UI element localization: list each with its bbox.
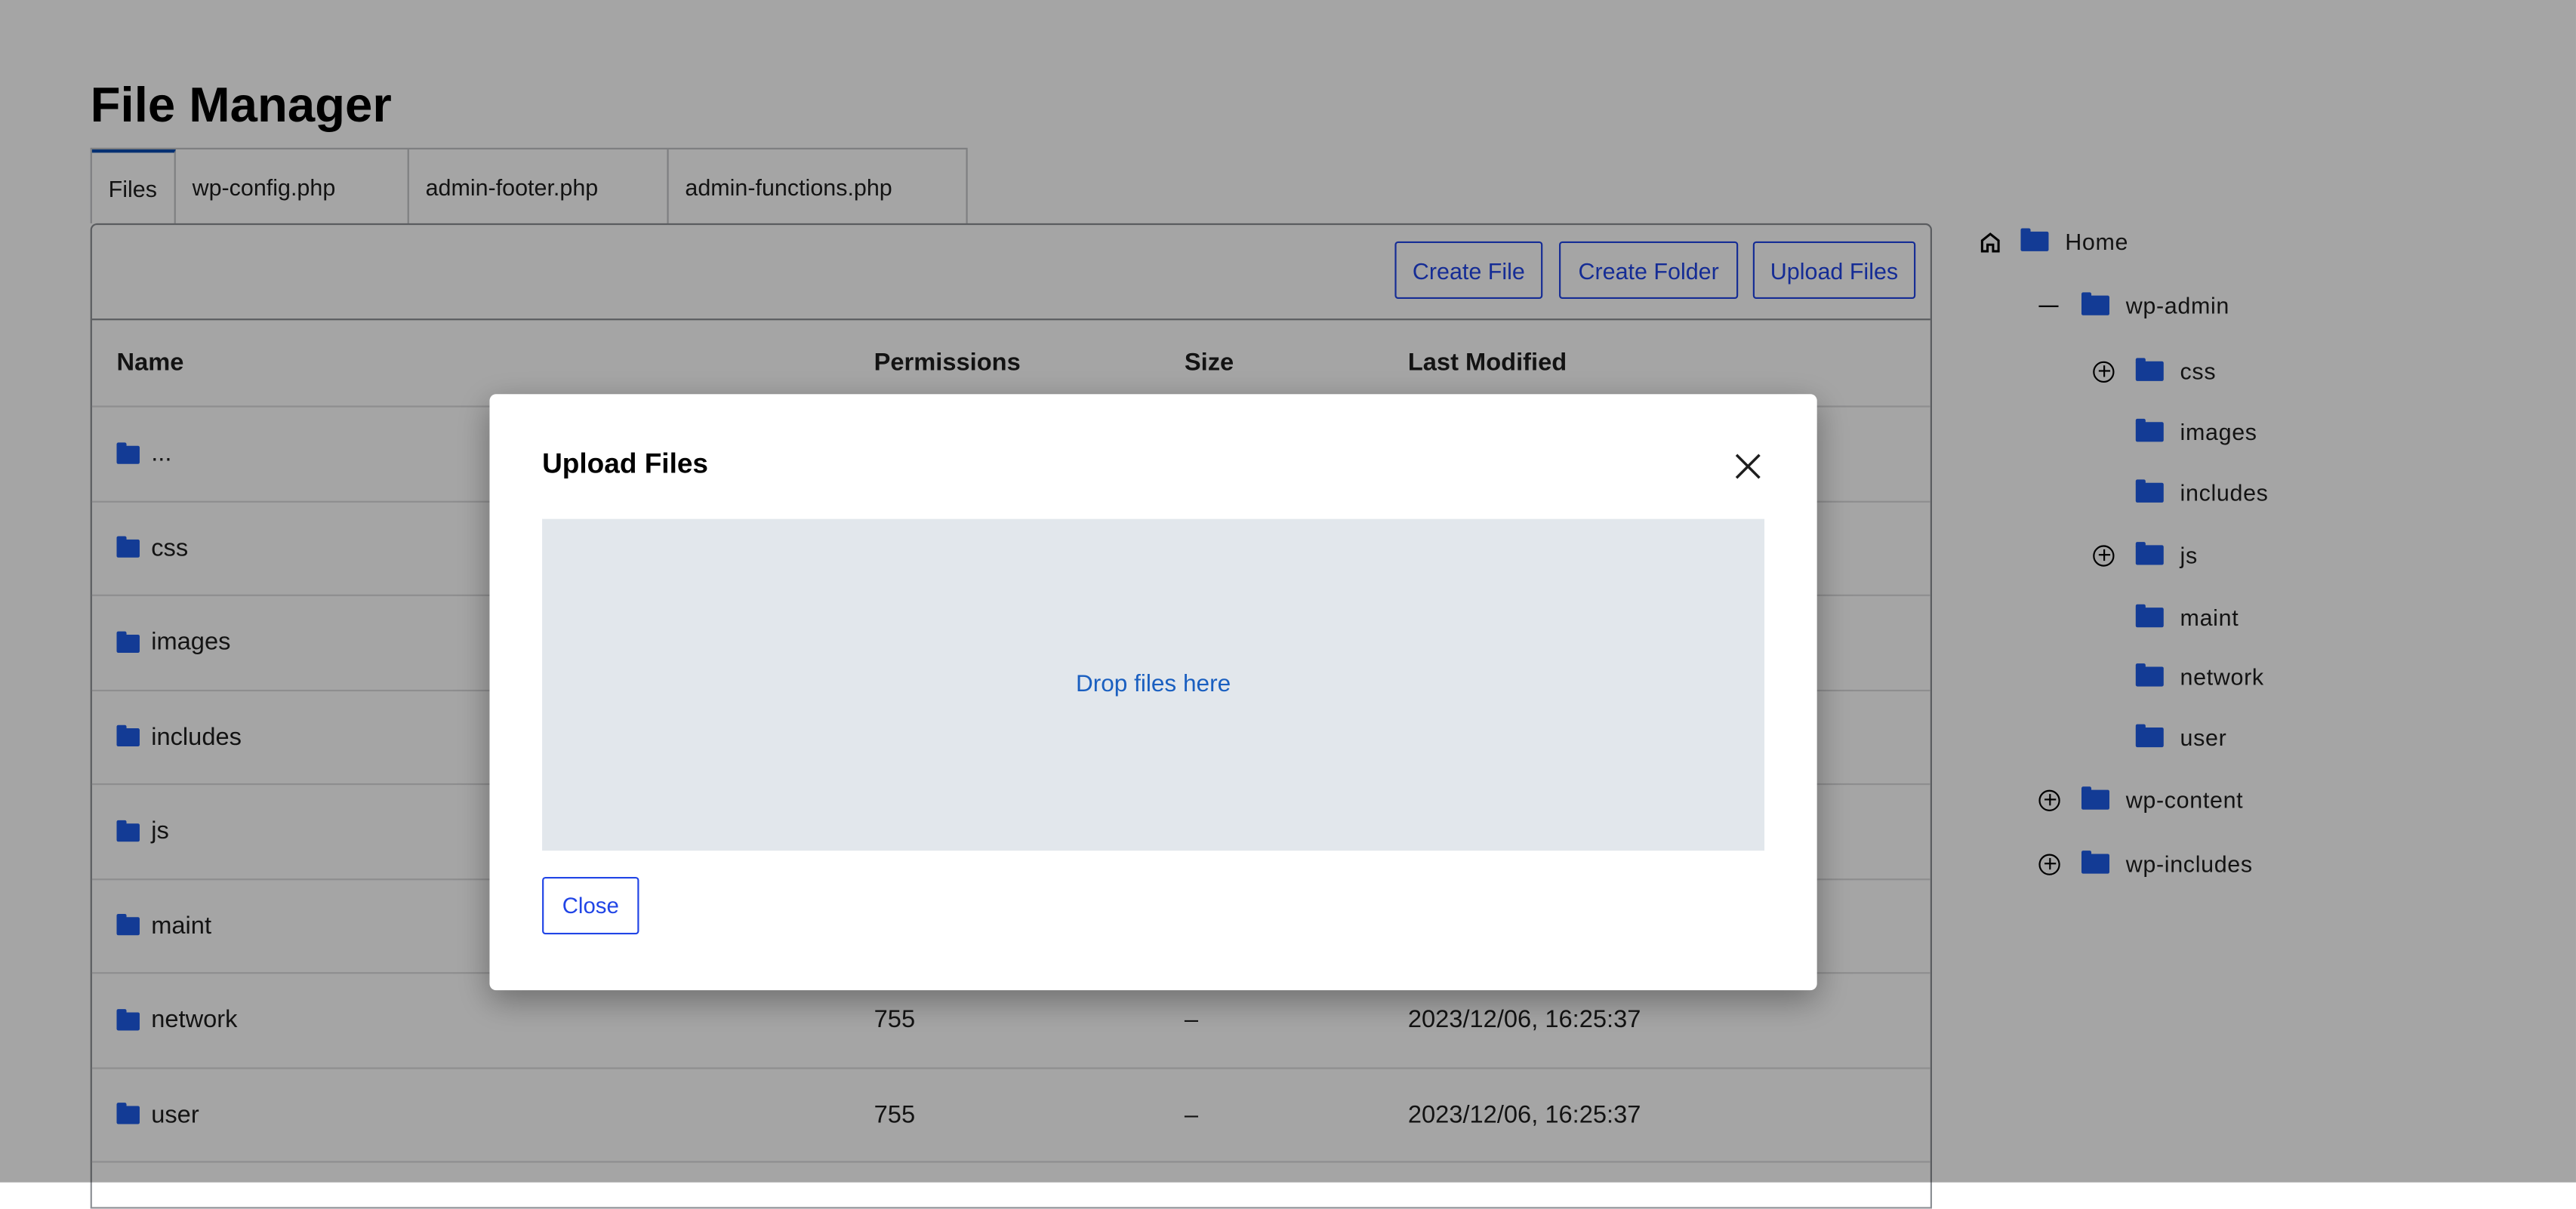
close-icon[interactable] xyxy=(1733,451,1763,481)
file-manager-page: File Manager Files wp-config.php admin-f… xyxy=(0,0,2576,1209)
dropzone[interactable]: Drop files here xyxy=(542,518,1765,851)
close-button[interactable]: Close xyxy=(542,876,639,935)
upload-files-dialog: Upload Files Drop files here Close xyxy=(489,394,1817,991)
dropzone-text: Drop files here xyxy=(1075,671,1231,698)
dialog-title: Upload Files xyxy=(542,448,709,480)
